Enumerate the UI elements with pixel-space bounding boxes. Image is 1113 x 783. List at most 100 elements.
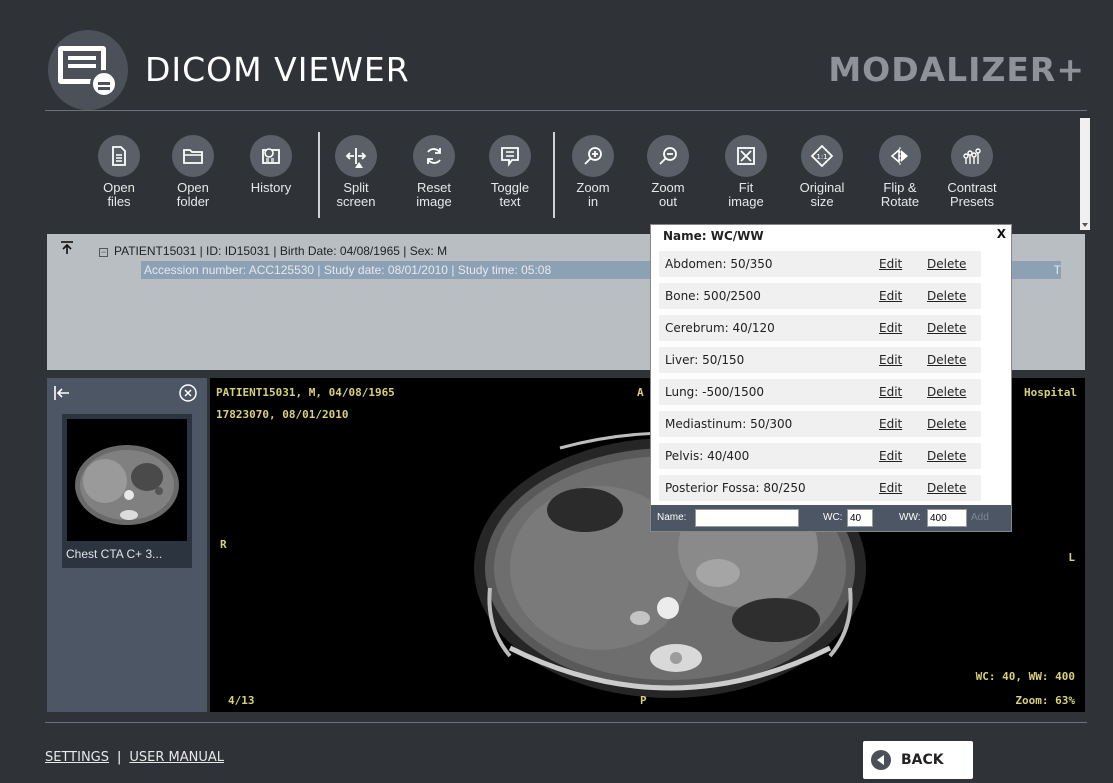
open-files-button[interactable]: Open files bbox=[83, 135, 155, 209]
preset-row[interactable]: Posterior Fossa: 80/250 Edit Delete bbox=[659, 475, 981, 501]
preset-name: Cerebrum: 40/120 bbox=[665, 321, 775, 335]
preset-delete-link[interactable]: Delete bbox=[927, 251, 966, 277]
presets-header: Name: WC/WW bbox=[663, 229, 764, 243]
orientation-right: R bbox=[220, 538, 227, 551]
preset-row[interactable]: Pelvis: 40/400 Edit Delete bbox=[659, 443, 981, 469]
preset-row[interactable]: Bone: 500/2500 Edit Delete bbox=[659, 283, 981, 309]
fit-image-label-2: image bbox=[728, 194, 764, 209]
file-icon bbox=[112, 146, 126, 166]
preset-delete-link[interactable]: Delete bbox=[927, 283, 966, 309]
user-manual-link[interactable]: USER MANUAL bbox=[129, 750, 224, 765]
preset-edit-link[interactable]: Edit bbox=[879, 283, 902, 309]
zoom-out-label-1: Zoom bbox=[651, 180, 685, 195]
header-divider bbox=[45, 110, 1087, 111]
preset-name: Mediastinum: 50/300 bbox=[665, 417, 793, 431]
preset-delete-link[interactable]: Delete bbox=[927, 475, 966, 501]
series-thumbnail-label: Chest CTA C+ 3... bbox=[66, 547, 163, 561]
preset-edit-link[interactable]: Edit bbox=[879, 347, 902, 373]
series-thumbnail-image bbox=[67, 419, 187, 541]
reset-image-label-2: image bbox=[416, 194, 452, 209]
preset-name: Bone: 500/2500 bbox=[665, 289, 761, 303]
preset-row[interactable]: Cerebrum: 40/120 Edit Delete bbox=[659, 315, 981, 341]
flip-rotate-button[interactable]: Flip & Rotate bbox=[864, 135, 936, 209]
preset-wc-input[interactable] bbox=[847, 509, 873, 527]
open-files-label-2: files bbox=[107, 194, 131, 209]
back-arrow-icon bbox=[871, 750, 891, 770]
preset-name: Lung: -500/1500 bbox=[665, 385, 764, 399]
contrast-presets-popup: Name: WC/WW X Abdomen: 50/350 Edit Delet… bbox=[650, 224, 1012, 532]
preset-edit-link[interactable]: Edit bbox=[879, 411, 902, 437]
preset-edit-link[interactable]: Edit bbox=[879, 475, 902, 501]
preset-row[interactable]: Liver: 50/150 Edit Delete bbox=[659, 347, 981, 373]
open-folder-label-2: folder bbox=[176, 194, 210, 209]
close-popup-button[interactable]: X bbox=[997, 227, 1006, 241]
collapse-up-icon[interactable] bbox=[59, 240, 75, 256]
overlay-zoom: Zoom: 63% bbox=[1015, 694, 1075, 707]
back-button[interactable]: BACK bbox=[863, 741, 973, 779]
zoom-in-button[interactable]: Zoom in bbox=[557, 135, 629, 209]
preset-edit-link[interactable]: Edit bbox=[879, 315, 902, 341]
toggle-text-label-2: text bbox=[499, 194, 521, 209]
split-dropdown-caret-icon bbox=[355, 162, 363, 168]
fit-image-button[interactable]: Fit image bbox=[710, 135, 782, 209]
footer-divider bbox=[45, 722, 1087, 723]
open-folder-button[interactable]: Open folder bbox=[157, 135, 229, 209]
preset-row[interactable]: Mediastinum: 50/300 Edit Delete bbox=[659, 411, 981, 437]
preset-wc-label: WC: bbox=[823, 512, 843, 523]
contrast-presets-button[interactable]: Contrast Presets bbox=[936, 135, 1008, 209]
add-preset-button[interactable]: Add bbox=[971, 512, 989, 523]
close-panel-icon[interactable] bbox=[178, 383, 198, 403]
overlay-slice-index: 4/13 bbox=[228, 694, 255, 707]
preset-name: Pelvis: 40/400 bbox=[665, 449, 750, 463]
open-folder-label-1: Open bbox=[177, 180, 209, 195]
overlay-patient: PATIENT15031, M, 04/08/1965 bbox=[216, 386, 395, 399]
contrast-presets-label-1: Contrast bbox=[947, 180, 997, 195]
toggle-text-button[interactable]: Toggle text bbox=[474, 135, 546, 209]
contrast-icon bbox=[963, 148, 981, 164]
preset-ww-input[interactable] bbox=[927, 509, 967, 527]
patient-tree-node[interactable]: − PATIENT15031 | ID: ID15031 | Birth Date… bbox=[99, 244, 447, 258]
study-info: Accession number: ACC125530 | Study date… bbox=[144, 263, 552, 277]
preset-edit-link[interactable]: Edit bbox=[879, 379, 902, 405]
original-size-label-2: size bbox=[810, 194, 834, 209]
toolbar-scrollbar[interactable] bbox=[1080, 118, 1090, 230]
series-thumbnail[interactable]: Chest CTA C+ 3... bbox=[62, 414, 192, 568]
add-preset-bar: Name: WC: WW: Add bbox=[651, 505, 1011, 531]
preset-edit-link[interactable]: Edit bbox=[879, 251, 902, 277]
zoom-out-button[interactable]: Zoom out bbox=[632, 135, 704, 209]
orientation-posterior: P bbox=[640, 694, 647, 707]
preset-name: Liver: 50/150 bbox=[665, 353, 745, 367]
original-size-button[interactable]: 1:1 Original size bbox=[786, 135, 858, 209]
folder-icon bbox=[183, 149, 203, 164]
toggle-text-label-1: Toggle bbox=[490, 180, 530, 195]
preset-edit-link[interactable]: Edit bbox=[879, 443, 902, 469]
history-button[interactable]: History bbox=[235, 135, 307, 195]
preset-delete-link[interactable]: Delete bbox=[927, 347, 966, 373]
zoom-in-label-1: Zoom bbox=[576, 180, 610, 195]
reset-image-button[interactable]: Reset image bbox=[398, 135, 470, 209]
preset-name-input[interactable] bbox=[695, 509, 799, 527]
preset-delete-link[interactable]: Delete bbox=[927, 411, 966, 437]
preset-row[interactable]: Lung: -500/1500 Edit Delete bbox=[659, 379, 981, 405]
preset-delete-link[interactable]: Delete bbox=[927, 443, 966, 469]
contrast-presets-label-2: Presets bbox=[949, 194, 995, 209]
preset-row[interactable]: Abdomen: 50/350 Edit Delete bbox=[659, 251, 981, 277]
footer-separator: | bbox=[117, 750, 122, 765]
flip-rotate-label-1: Flip & bbox=[883, 180, 917, 195]
zoom-in-label-2: in bbox=[587, 194, 599, 209]
settings-link[interactable]: SETTINGS bbox=[45, 750, 109, 765]
collapse-panel-icon[interactable] bbox=[53, 384, 71, 402]
svg-text:1:1: 1:1 bbox=[816, 153, 827, 161]
split-screen-label-2: screen bbox=[336, 194, 376, 209]
toolbar: Open files Open folder History Split screen… bbox=[0, 128, 1080, 223]
zoom-out-icon bbox=[659, 147, 677, 165]
patient-info: PATIENT15031 | ID: ID15031 | Birth Date:… bbox=[114, 244, 448, 258]
collapse-node-icon[interactable]: − bbox=[99, 248, 108, 257]
study-info-tail: T bbox=[1053, 263, 1061, 277]
text-icon bbox=[501, 147, 519, 167]
preset-delete-link[interactable]: Delete bbox=[927, 379, 966, 405]
preset-delete-link[interactable]: Delete bbox=[927, 315, 966, 341]
split-screen-button[interactable]: Split screen bbox=[320, 135, 392, 209]
dicom-viewer-logo-icon bbox=[48, 30, 128, 110]
overlay-window-level: WC: 40, WW: 400 bbox=[975, 670, 1075, 683]
